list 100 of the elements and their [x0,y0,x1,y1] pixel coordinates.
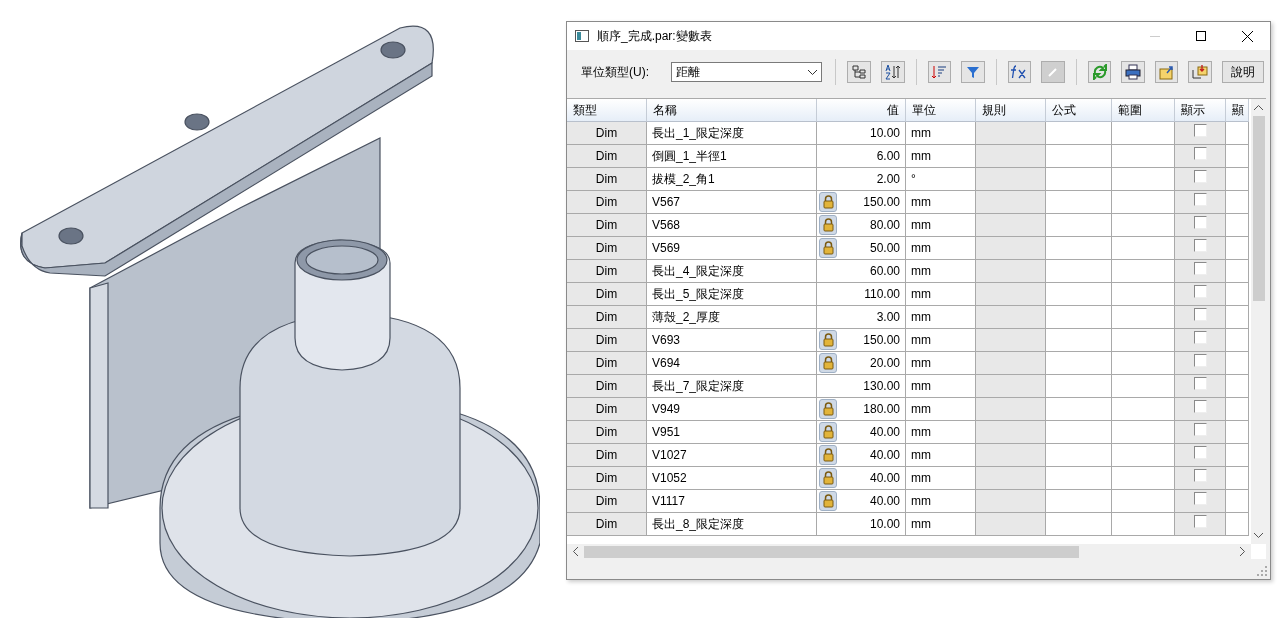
value-text: 2.00 [876,172,900,186]
toolbar-button[interactable] [881,61,905,83]
checkbox[interactable] [1193,468,1207,482]
toolbar-button[interactable] [1121,61,1145,83]
value-text: 150.00 [863,333,900,347]
table-cell [976,421,1046,444]
toolbar-button[interactable] [1007,61,1032,83]
table-cell [976,467,1046,490]
checkbox[interactable] [1193,353,1207,367]
table-cell [1046,513,1112,536]
lock-button[interactable] [819,238,837,258]
lock-button[interactable] [819,422,837,442]
value-text: 150.00 [863,195,900,209]
checkbox[interactable] [1193,192,1207,206]
checkbox[interactable] [1193,422,1207,436]
scroll-up-icon [1254,105,1263,110]
column-header[interactable]: 名稱 [647,99,817,122]
lock-button[interactable] [819,399,837,419]
column-header[interactable]: 規則 [976,99,1046,122]
lock-button[interactable] [819,353,837,373]
column-header[interactable]: 類型 [567,99,647,122]
table-cell: Dim [567,513,647,536]
table-cell: Dim [567,467,647,490]
padlock-icon [822,195,834,209]
table-cell: mm [906,467,976,490]
column-header[interactable]: 公式 [1046,99,1112,122]
toolbar-button[interactable] [961,61,985,83]
checkbox[interactable] [1193,169,1207,183]
column-header[interactable]: 值 [817,99,906,122]
table-cell: mm [906,306,976,329]
table-cell: 長出_1_限定深度 [647,122,817,145]
checkbox[interactable] [1193,330,1207,344]
value-text: 180.00 [863,402,900,416]
filter-icon [965,65,980,79]
table-cell [1046,237,1112,260]
table-cell [976,191,1046,214]
app-icon [575,30,589,42]
table-cell: V567 [647,191,817,214]
table-cell: 長出_4_限定深度 [647,260,817,283]
table-cell: mm [906,398,976,421]
column-header[interactable]: 顯 [1226,99,1249,122]
table-cell [1046,352,1112,375]
table-cell: mm [906,375,976,398]
unit-type-dropdown[interactable]: 距離 [671,62,823,82]
lock-button[interactable] [819,468,837,488]
table-cell [976,283,1046,306]
table-cell: mm [906,352,976,375]
table-cell: V694 [647,352,817,375]
unit-type-label: 單位類型(U): [581,63,650,81]
table-cell [1046,283,1112,306]
checkbox[interactable] [1193,445,1207,459]
table-cell: V1117 [647,490,817,513]
value-text: 40.00 [869,425,900,439]
value-text: 130.00 [863,379,900,393]
checkbox[interactable] [1193,215,1207,229]
table-cell: Dim [567,145,647,168]
checkbox[interactable] [1193,491,1207,505]
toolbar-button[interactable] [1154,61,1179,83]
checkbox[interactable] [1193,123,1207,137]
table-cell: V1027 [647,444,817,467]
table-cell: Dim [567,490,647,513]
table-cell [976,306,1046,329]
horizontal-scrollbar[interactable] [567,544,1251,559]
table-cell [976,352,1046,375]
column-header[interactable]: 顯示 [1175,99,1226,122]
lock-button[interactable] [819,215,837,235]
lock-button[interactable] [819,192,837,212]
table-cell [1046,444,1112,467]
table-cell: 倒圓_1_半徑1 [647,145,817,168]
lock-button[interactable] [819,491,837,511]
table-cell [976,490,1046,513]
scroll-right-icon [1240,547,1245,556]
column-header[interactable]: 單位 [906,99,976,122]
help-button[interactable]: 說明 [1222,61,1264,83]
column-header[interactable]: 範圍 [1112,99,1175,122]
table-cell: Dim [567,122,647,145]
checkbox[interactable] [1193,307,1207,321]
checkbox[interactable] [1193,261,1207,275]
checkbox[interactable] [1193,376,1207,390]
table-cell [976,260,1046,283]
checkbox[interactable] [1193,284,1207,298]
checkbox[interactable] [1193,514,1207,528]
lock-button[interactable] [819,445,837,465]
close-icon [1241,30,1253,42]
checkbox[interactable] [1193,238,1207,252]
table-cell: mm [906,122,976,145]
table-cell [976,398,1046,421]
table-cell [976,444,1046,467]
folder-arrow-icon [1158,64,1175,80]
table-cell: Dim [567,283,647,306]
table-cell: mm [906,421,976,444]
value-text: 80.00 [869,218,900,232]
lock-button[interactable] [819,330,837,350]
table-cell [1046,398,1112,421]
table-cell [1046,306,1112,329]
table-cell: mm [906,513,976,536]
vertical-scrollbar[interactable] [1251,99,1266,544]
toolbar-button[interactable] [847,61,871,83]
checkbox[interactable] [1193,146,1207,160]
checkbox[interactable] [1193,399,1207,413]
